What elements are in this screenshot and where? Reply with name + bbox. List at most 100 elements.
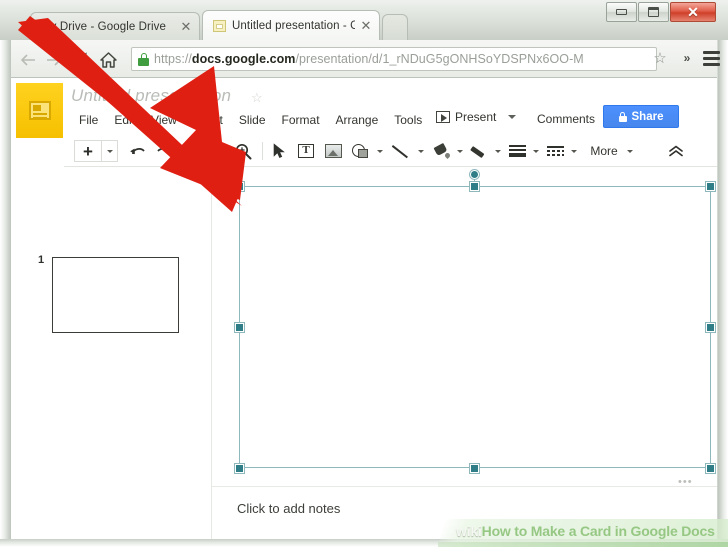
line-icon — [392, 144, 410, 158]
new-slide-button[interactable]: + — [74, 140, 118, 162]
google-slides-logo-icon[interactable] — [16, 83, 63, 138]
redo-button[interactable] — [153, 140, 175, 162]
window-edge-left — [0, 0, 11, 547]
document-star-icon[interactable]: ☆ — [251, 90, 263, 106]
bookmark-star-icon[interactable]: ☆ — [651, 50, 669, 68]
selection-frame — [239, 186, 711, 468]
zoom-button[interactable] — [232, 140, 254, 162]
tab-close-icon[interactable]: ✕ — [359, 18, 373, 33]
maximize-button[interactable] — [638, 2, 669, 22]
google-slides-page: Untitled presentation ☆ File Edit View I… — [11, 78, 717, 539]
watermark-text: wikiHow to Make a Card in Google Docs — [456, 523, 715, 539]
present-dropdown-icon[interactable] — [508, 115, 517, 119]
text-box-icon: T — [298, 144, 314, 158]
wikihow-watermark: wikiHow to Make a Card in Google Docs — [438, 519, 728, 547]
browser-tab-my-drive[interactable]: My Drive - Google Drive ✕ — [30, 12, 200, 40]
rotation-handle[interactable] — [470, 170, 479, 179]
present-control-group: Present — [431, 108, 517, 126]
new-slide-dropdown-icon[interactable] — [102, 149, 117, 153]
resize-handle-middle-right[interactable] — [706, 322, 715, 332]
line-dash-button[interactable] — [544, 140, 566, 162]
toolbar-divider — [262, 142, 263, 160]
share-lock-icon — [618, 111, 627, 122]
resize-handle-bottom-left[interactable] — [234, 463, 244, 473]
resize-handle-bottom-center[interactable] — [470, 463, 479, 473]
menu-item-slide[interactable]: Slide — [231, 111, 274, 129]
pencil-icon — [471, 144, 488, 159]
address-bar[interactable]: https://docs.google.com/presentation/d/1… — [131, 47, 657, 71]
resize-handle-top-right[interactable] — [706, 181, 715, 191]
secure-lock-icon — [138, 52, 149, 66]
overflow-chevron-icon[interactable]: » — [679, 51, 695, 67]
line-color-button[interactable] — [468, 140, 490, 162]
share-button[interactable]: Share — [603, 105, 679, 128]
text-box-button[interactable]: T — [295, 140, 317, 162]
back-icon[interactable] — [17, 49, 39, 71]
comments-button[interactable]: Comments — [531, 109, 601, 129]
tab-title: Untitled presentation - Go — [232, 19, 355, 32]
slide-canvas-area[interactable]: ••• Click to add notes — [212, 168, 717, 539]
resize-handle-top-left[interactable] — [234, 181, 244, 191]
minimize-button[interactable] — [606, 2, 637, 22]
slide-filmstrip-panel[interactable]: 1 — [11, 168, 212, 539]
slides-favicon-icon — [213, 19, 226, 32]
menu-item-view[interactable]: View — [143, 111, 185, 129]
menu-item-insert[interactable]: Insert — [185, 111, 231, 129]
present-label: Present — [455, 110, 497, 124]
menu-item-edit[interactable]: Edit — [106, 111, 143, 129]
line-weight-icon — [508, 145, 526, 158]
window-edge-right — [718, 0, 728, 547]
browser-window-screenshot: My Drive - Google Drive ✕ Untitled prese… — [0, 0, 728, 547]
minimize-icon — [616, 9, 627, 15]
forward-icon[interactable] — [43, 49, 65, 71]
home-icon[interactable] — [97, 49, 119, 71]
line-dash-icon — [546, 145, 564, 158]
browser-navigation-bar: https://docs.google.com/presentation/d/1… — [11, 40, 720, 78]
line-color-dropdown-icon[interactable] — [492, 140, 504, 162]
watermark-title: How to Make a Card in Google Docs — [481, 523, 715, 539]
menu-item-file[interactable]: File — [71, 111, 106, 129]
notes-placeholder: Click to add notes — [237, 501, 341, 516]
reload-icon[interactable] — [69, 49, 91, 71]
tab-title: My Drive - Google Drive — [41, 20, 166, 33]
menu-item-arrange[interactable]: Arrange — [328, 111, 387, 129]
shape-icon — [351, 143, 369, 159]
new-tab-button[interactable] — [382, 14, 408, 40]
insert-line-button[interactable] — [390, 140, 412, 162]
slide-thumbnail-1[interactable] — [52, 257, 179, 333]
insert-shape-button[interactable] — [349, 140, 371, 162]
watermark-underline — [438, 542, 728, 547]
paint-format-button[interactable] — [178, 140, 198, 162]
url-text: https://docs.google.com/presentation/d/1… — [154, 52, 584, 66]
close-window-button[interactable]: ✕ — [670, 2, 716, 22]
resize-handle-middle-left[interactable] — [234, 322, 244, 332]
menu-item-tools[interactable]: Tools — [386, 111, 430, 129]
slides-menu-bar: File Edit View Insert Slide Format Arran… — [71, 111, 430, 129]
insert-image-button[interactable] — [322, 140, 344, 162]
present-button[interactable]: Present — [431, 108, 501, 126]
fill-color-dropdown-icon[interactable] — [454, 140, 466, 162]
line-dash-dropdown-icon[interactable] — [568, 140, 580, 162]
line-weight-dropdown-icon[interactable] — [530, 140, 542, 162]
resize-handle-bottom-right[interactable] — [706, 463, 715, 473]
shape-dropdown-icon[interactable] — [374, 140, 386, 162]
tab-close-icon[interactable]: ✕ — [179, 19, 193, 34]
line-weight-button[interactable] — [506, 140, 528, 162]
menu-item-format[interactable]: Format — [274, 111, 328, 129]
collapse-toolbar-button[interactable] — [666, 140, 686, 162]
select-tool-button[interactable] — [269, 140, 289, 162]
resize-handle-top-center[interactable] — [470, 181, 479, 191]
watermark-brand: wiki — [456, 523, 482, 539]
more-dropdown-icon[interactable] — [624, 140, 636, 162]
image-icon — [324, 144, 342, 158]
line-dropdown-icon[interactable] — [415, 140, 427, 162]
window-controls: ✕ — [605, 2, 716, 22]
maximize-icon — [648, 7, 659, 17]
browser-menu-icon[interactable] — [703, 51, 720, 66]
document-title[interactable]: Untitled presentation — [71, 86, 231, 106]
fill-color-button[interactable] — [430, 140, 452, 162]
undo-button[interactable] — [127, 140, 149, 162]
browser-tab-untitled-presentation[interactable]: Untitled presentation - Go ✕ — [202, 10, 380, 40]
slide-number-label: 1 — [38, 254, 45, 266]
more-button[interactable]: More — [586, 140, 622, 162]
